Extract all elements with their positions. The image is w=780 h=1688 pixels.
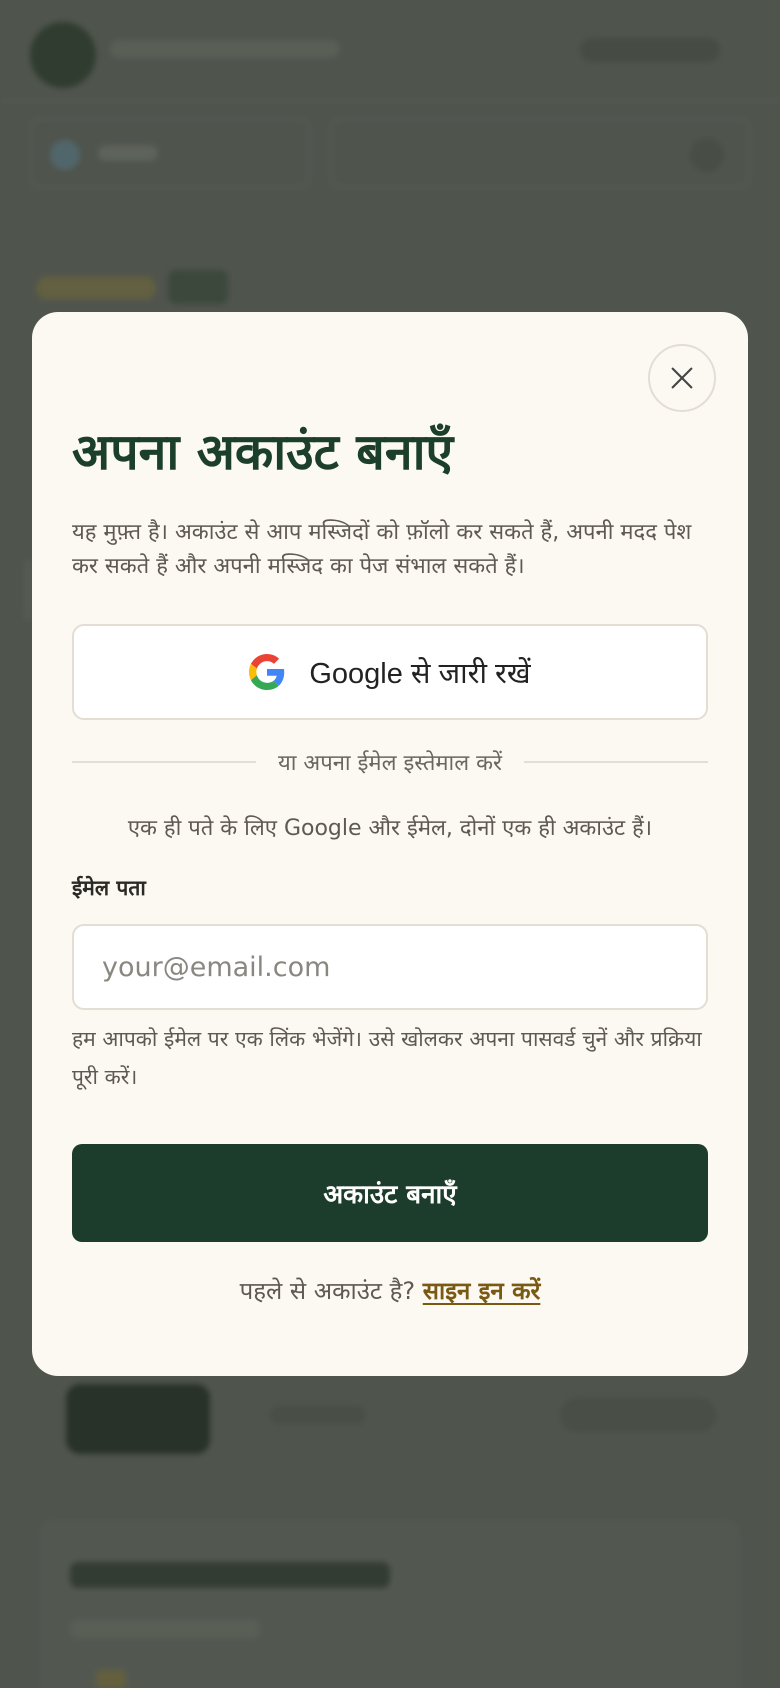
signup-modal: अपना अकाउंट बनाएँ यह मुफ़्त है। अकाउंट स… bbox=[32, 312, 748, 1376]
google-logo-icon bbox=[249, 654, 285, 690]
google-signin-button[interactable]: Google से जारी रखें bbox=[72, 624, 708, 720]
modal-subtitle: यह मुफ़्त है। अकाउंट से आप मस्जिदों को फ… bbox=[72, 520, 692, 579]
signin-row: पहले से अकाउंट है? साइन इन करें bbox=[72, 1274, 708, 1307]
email-hint: हम आपको ईमेल पर एक लिंक भेजेंगे। उसे खोल… bbox=[72, 1027, 702, 1089]
modal-title: अपना अकाउंट बनाएँ bbox=[72, 422, 454, 481]
or-divider: या अपना ईमेल इस्तेमाल करें bbox=[72, 744, 708, 780]
email-label: ईमेल पता bbox=[72, 876, 146, 900]
signin-link[interactable]: साइन इन करें bbox=[423, 1277, 541, 1305]
signin-prompt: पहले से अकाउंट है? bbox=[239, 1277, 416, 1305]
account-info-note: एक ही पते के लिए Google और ईमेल, दोनों ए… bbox=[127, 816, 653, 841]
close-button[interactable] bbox=[648, 344, 716, 412]
divider-text: या अपना ईमेल इस्तेमाल करें bbox=[277, 751, 503, 776]
divider-line-right bbox=[524, 761, 708, 763]
create-account-button[interactable]: अकाउंट बनाएँ bbox=[72, 1144, 708, 1242]
divider-line-left bbox=[72, 761, 256, 763]
google-button-label: Google से जारी रखें bbox=[309, 657, 531, 690]
email-field[interactable] bbox=[72, 924, 708, 1010]
close-icon bbox=[671, 367, 693, 389]
